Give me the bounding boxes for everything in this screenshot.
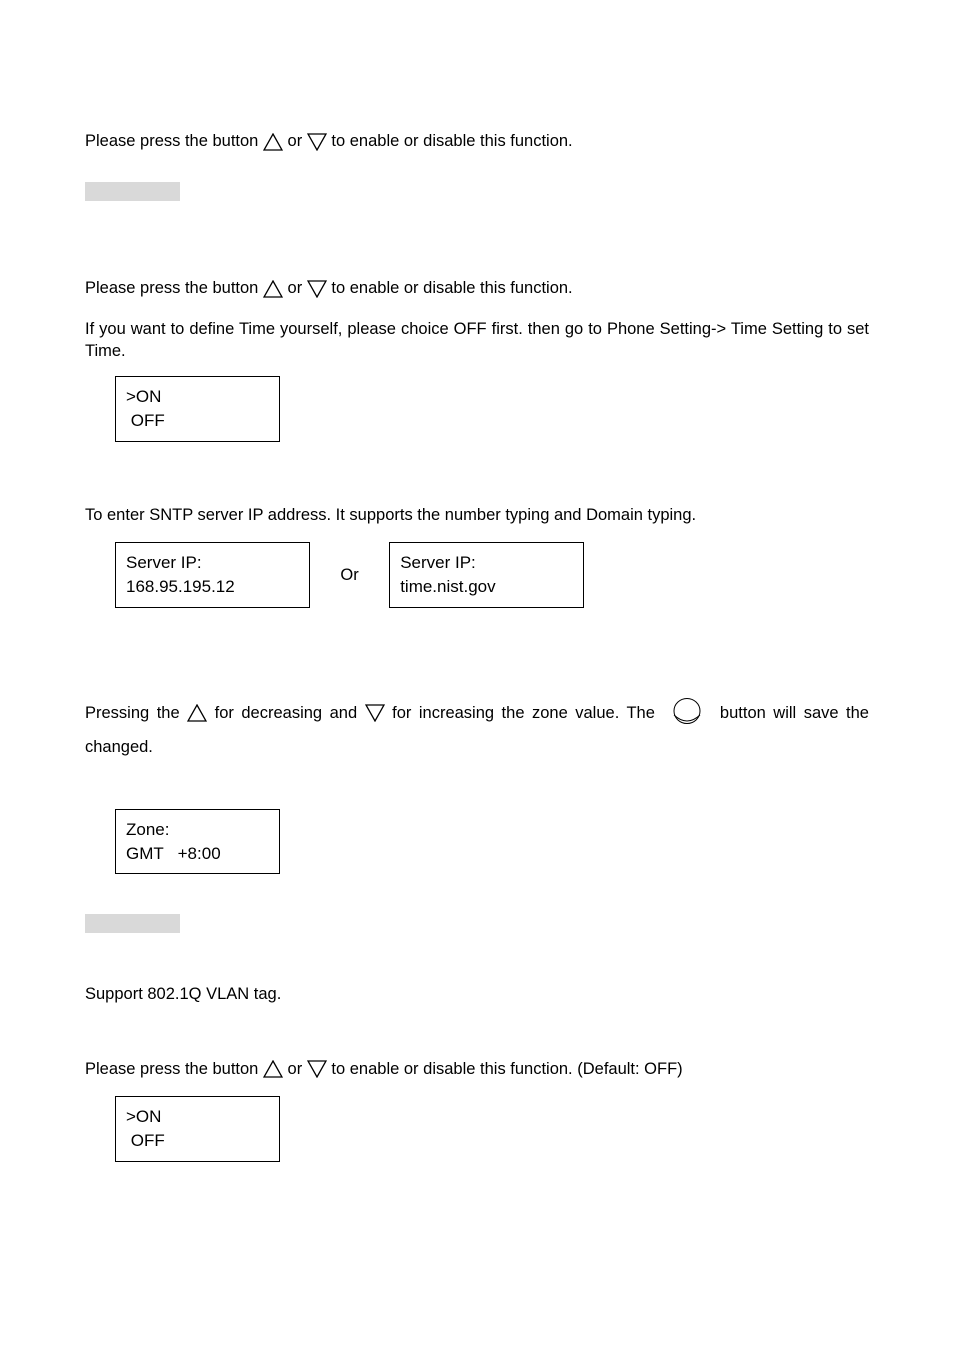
box-line: GMT +8:00 <box>126 842 269 866</box>
instruction-line: Please press the button or to enable or … <box>85 130 869 152</box>
up-triangle-icon <box>263 133 283 151</box>
down-triangle-icon <box>307 1060 327 1078</box>
box-line: time.nist.gov <box>400 575 573 599</box>
up-triangle-icon <box>187 704 207 722</box>
box-line: >ON <box>126 385 269 409</box>
text: Please press the button <box>85 279 263 297</box>
box-line: >ON <box>126 1105 269 1129</box>
zone-instruction: Pressing the for decreasing and for incr… <box>85 696 869 765</box>
box-line: OFF <box>126 409 269 433</box>
box-line: Server IP: <box>400 551 573 575</box>
up-triangle-icon <box>263 280 283 298</box>
box-line: 168.95.195.12 <box>126 575 299 599</box>
text: or <box>288 279 307 297</box>
sntp-text: To enter SNTP server IP address. It supp… <box>85 504 869 526</box>
text: for decreasing and <box>215 704 365 722</box>
page: Please press the button or to enable or … <box>0 0 954 1350</box>
text: to enable or disable this function. <box>331 132 572 150</box>
vlan-text: Support 802.1Q VLAN tag. <box>85 983 869 1005</box>
box-line: Zone: <box>126 818 269 842</box>
up-triangle-icon <box>263 1060 283 1078</box>
zone-box: Zone: GMT +8:00 <box>115 809 280 875</box>
down-triangle-icon <box>307 280 327 298</box>
on-off-box: >ON OFF <box>115 376 280 442</box>
text: Pressing the <box>85 704 187 722</box>
instruction-line: Please press the button or to enable or … <box>85 277 869 299</box>
down-triangle-icon <box>365 704 385 722</box>
circle-button-icon <box>670 697 704 729</box>
text: Please press the button <box>85 132 263 150</box>
text: to enable or disable this function. (Def… <box>331 1060 682 1078</box>
down-triangle-icon <box>307 133 327 151</box>
text: to enable or disable this function. <box>331 279 572 297</box>
instruction-line: Please press the button or to enable or … <box>85 1058 869 1080</box>
text: or <box>288 1060 307 1078</box>
box-line: Server IP: <box>126 551 299 575</box>
text: Please press the button <box>85 1060 263 1078</box>
on-off-box: >ON OFF <box>115 1096 280 1162</box>
gray-bar <box>85 182 180 201</box>
text: or <box>288 132 307 150</box>
gray-bar <box>85 914 180 933</box>
box-line: OFF <box>126 1129 269 1153</box>
time-define-text: If you want to define Time yourself, ple… <box>85 318 869 363</box>
text: for increasing the zone value. The <box>392 704 662 722</box>
server-ip-box: Server IP: time.nist.gov <box>389 542 584 608</box>
server-ip-box: Server IP: 168.95.195.12 <box>115 542 310 608</box>
or-text: Or <box>315 564 385 586</box>
